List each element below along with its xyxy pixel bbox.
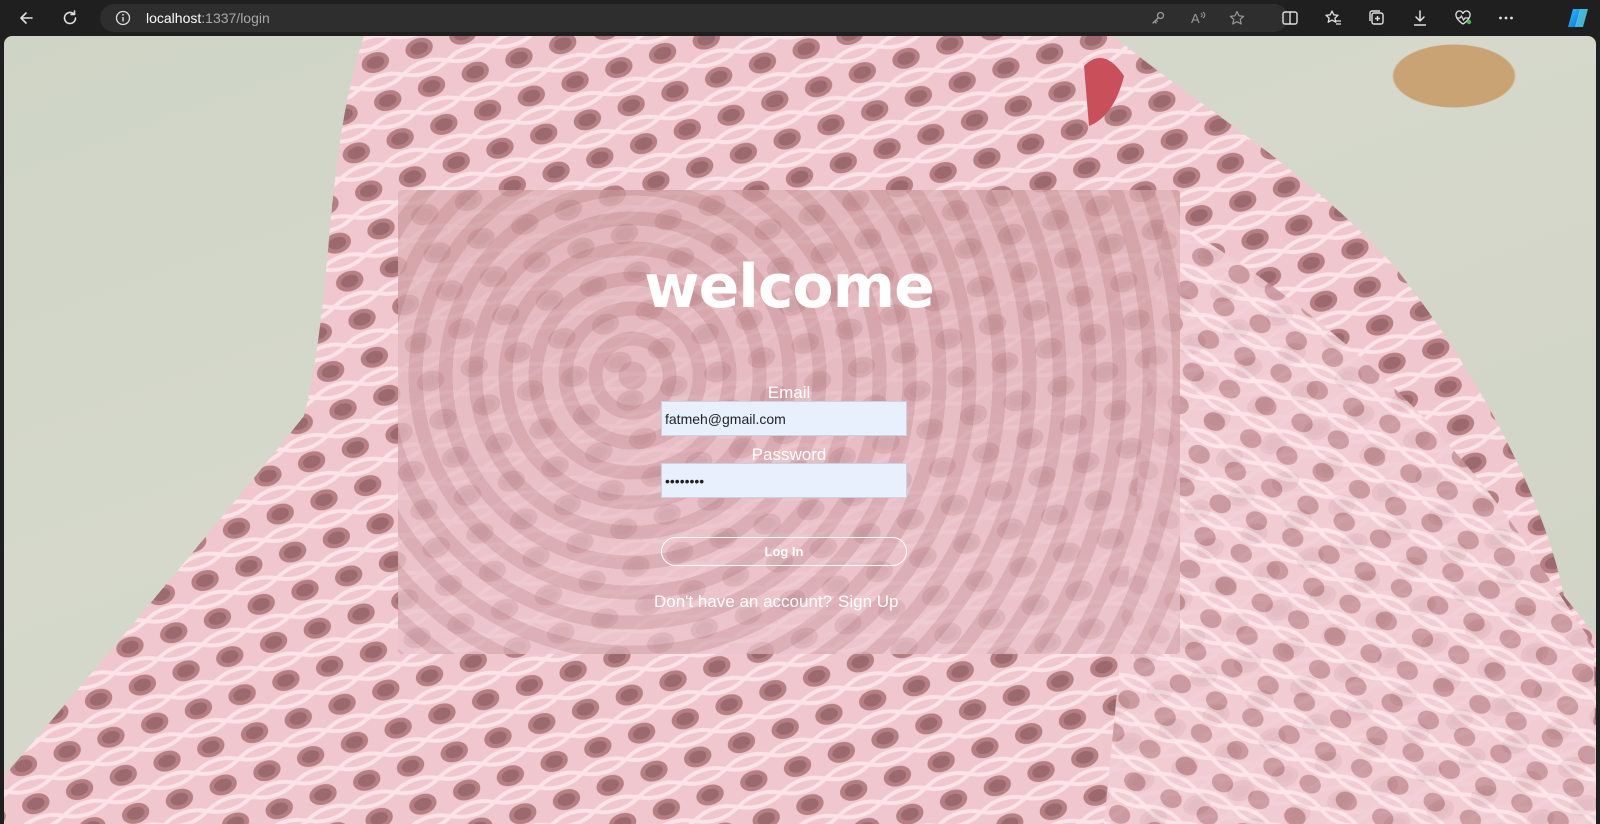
refresh-icon	[63, 10, 77, 25]
health-icon	[1455, 10, 1472, 25]
more-icon	[1499, 16, 1513, 20]
read-aloud-icon[interactable]: A	[1190, 10, 1206, 26]
url-path: :1337/login	[201, 10, 270, 26]
no-account-text: Don't have an account?	[654, 592, 833, 611]
favorites-icon	[1325, 10, 1341, 25]
split-screen-icon	[1282, 11, 1298, 25]
collections-icon	[1369, 10, 1384, 25]
page-viewport: welcome Email Password Log In Don't have…	[4, 36, 1596, 824]
browser-toolbar: localhost:1337/login A	[0, 0, 1600, 36]
info-icon[interactable]	[115, 10, 131, 26]
browser-essentials-button[interactable]	[1453, 8, 1473, 28]
password-field[interactable]	[661, 463, 907, 498]
favorite-star-icon[interactable]	[1229, 10, 1245, 26]
refresh-button[interactable]	[56, 4, 84, 32]
url-text[interactable]: localhost:1337/login	[146, 4, 270, 32]
copilot-button[interactable]	[1566, 6, 1590, 30]
svg-text:A: A	[1191, 11, 1200, 26]
downloads-button[interactable]	[1410, 8, 1430, 28]
password-label: Password	[751, 445, 827, 464]
signup-link[interactable]: Sign Up	[838, 592, 898, 612]
login-card: welcome Email Password Log In Don't have…	[398, 190, 1180, 654]
more-button[interactable]	[1496, 8, 1516, 28]
back-button[interactable]	[12, 4, 40, 32]
back-icon	[20, 12, 33, 24]
download-icon	[1414, 10, 1426, 26]
url-host: localhost	[146, 10, 202, 26]
collections-button[interactable]	[1367, 8, 1387, 28]
address-bar[interactable]: localhost:1337/login A	[100, 4, 1288, 32]
login-button[interactable]: Log In	[661, 537, 907, 566]
copilot-icon	[1568, 9, 1588, 27]
email-label: Email	[767, 383, 811, 402]
favorites-button[interactable]	[1323, 8, 1343, 28]
email-field[interactable]	[661, 401, 907, 436]
split-screen-button[interactable]	[1280, 8, 1300, 28]
key-icon[interactable]	[1150, 10, 1166, 26]
welcome-heading: welcome	[644, 252, 935, 322]
